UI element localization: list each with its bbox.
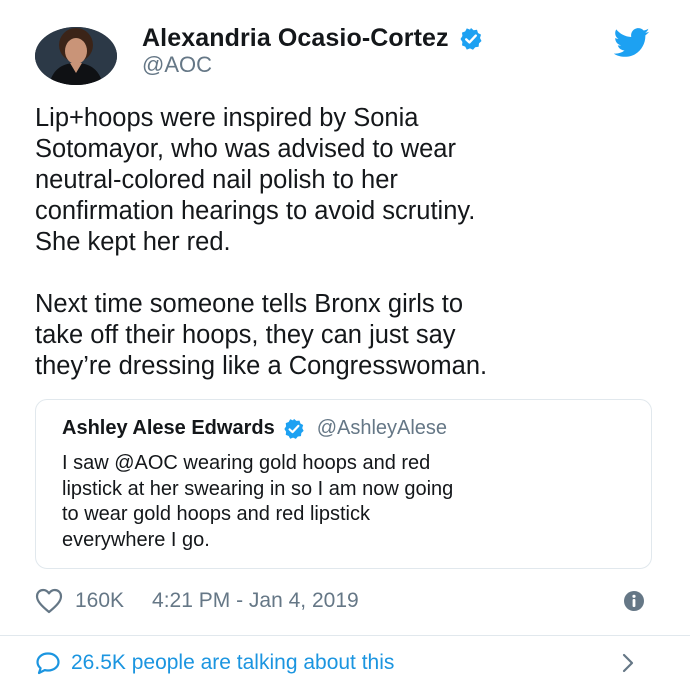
divider xyxy=(0,635,690,636)
tweet-line: neutral-colored nail polish to her xyxy=(35,166,398,194)
quoted-tweet-line: everywhere I go. xyxy=(62,528,210,551)
quoted-tweet-line: to wear gold hoops and red lipstick xyxy=(62,503,370,525)
author-name-row[interactable]: Alexandria Ocasio-Cortez xyxy=(142,24,483,53)
verified-badge-icon xyxy=(283,418,305,440)
quoted-author-handle: @AshleyAlese xyxy=(316,417,448,439)
author-handle[interactable]: @AOC xyxy=(142,52,212,78)
tweet-line: Next time someone tells Bronx girls to xyxy=(35,290,463,318)
tweet-line: take off their hoops, they can just say xyxy=(35,321,456,349)
quoted-tweet-header: Ashley Alese Edwards @AshleyAlese xyxy=(62,417,447,440)
tweet-card: Alexandria Ocasio-Cortez @AOC Lip+hoops … xyxy=(0,0,690,690)
author-avatar[interactable] xyxy=(35,27,117,85)
speech-bubble-icon xyxy=(35,651,61,675)
twitter-bird-icon[interactable] xyxy=(613,28,650,58)
like-count[interactable]: 160K xyxy=(75,589,124,613)
tweet-line: Sotomayor, who was advised to wear xyxy=(35,135,456,163)
info-icon[interactable] xyxy=(623,590,645,612)
tweet-line: confirmation hearings to avoid scrutiny. xyxy=(35,197,476,225)
heart-icon[interactable] xyxy=(35,588,63,614)
tweet-timestamp[interactable]: 4:21 PM - Jan 4, 2019 xyxy=(152,589,359,613)
quoted-tweet-body: I saw @AOC wearing gold hoops and red li… xyxy=(62,451,453,553)
verified-badge-icon xyxy=(459,27,483,51)
quoted-author-name: Ashley Alese Edwards xyxy=(62,417,275,439)
tweet-line: Lip+hoops were inspired by Sonia xyxy=(35,104,419,132)
tweet-line: they’re dressing like a Congresswoman. xyxy=(35,352,488,380)
tweet-line: She kept her red. xyxy=(35,228,231,256)
tweet-body: Lip+hoops were inspired by Sonia Sotomay… xyxy=(35,103,665,382)
conversation-count-text[interactable]: 26.5K people are talking about this xyxy=(71,651,394,675)
tweet-meta-row: 160K 4:21 PM - Jan 4, 2019 xyxy=(35,586,653,616)
quoted-tweet[interactable]: Ashley Alese Edwards @AshleyAlese I saw … xyxy=(35,399,652,569)
chevron-right-icon[interactable] xyxy=(621,652,635,674)
author-display-name[interactable]: Alexandria Ocasio-Cortez xyxy=(142,24,449,53)
quoted-tweet-line: lipstick at her swearing in so I am now … xyxy=(62,477,454,500)
quoted-tweet-line: I saw @AOC wearing gold hoops and red xyxy=(62,452,431,474)
conversation-link[interactable]: 26.5K people are talking about this xyxy=(35,648,645,678)
